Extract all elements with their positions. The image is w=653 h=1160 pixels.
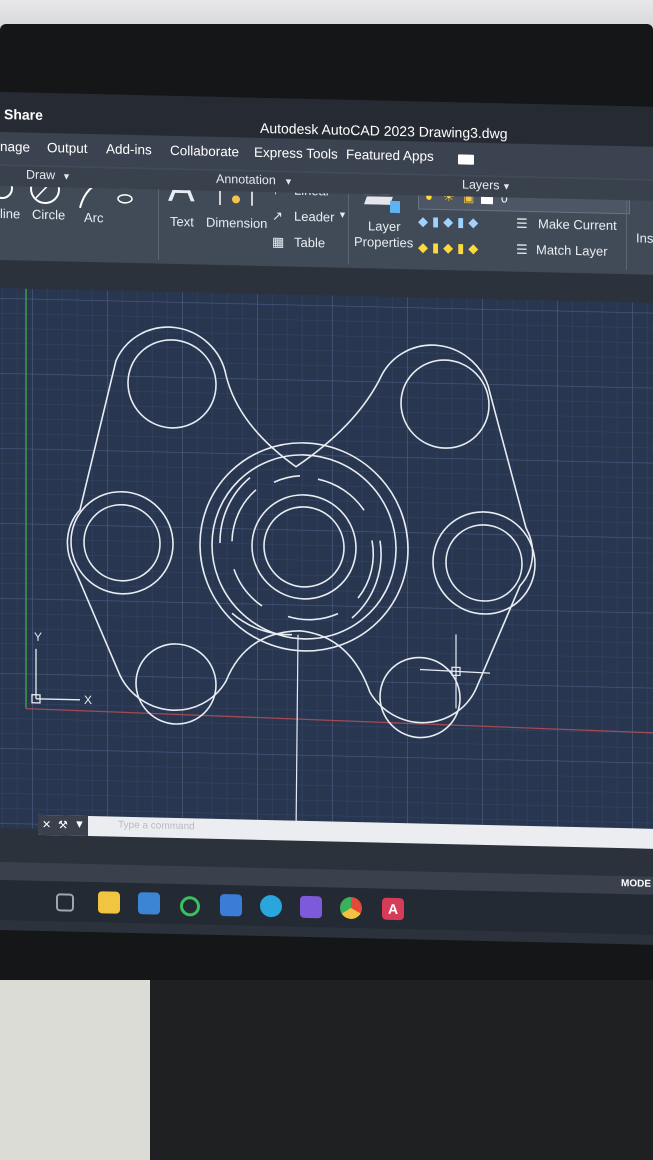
annotation-panel-dropdown-icon[interactable]: ▼ [284,176,293,186]
line-tool-label[interactable]: line [0,206,20,221]
ucs-y-label: Y [34,630,42,644]
leader-dropdown-icon[interactable]: ▼ [338,210,347,220]
table-label[interactable]: Table [294,235,325,251]
recent-commands-icon[interactable]: ▼ [74,819,85,831]
ucs-x-label: X [84,693,92,707]
tab-add-ins[interactable]: Add-ins [106,141,152,157]
paper-on-desk [0,980,150,1160]
tab-collaborate[interactable]: Collaborate [170,143,239,160]
arc-tool-label[interactable]: Arc [84,210,104,225]
tab-manage[interactable]: nage [0,139,30,155]
model-space-toggle[interactable]: MODE [621,878,651,890]
circle-tool-label[interactable]: Circle [32,207,65,223]
leader-icon[interactable]: ↗ [272,208,283,224]
layers-panel-dropdown-icon[interactable]: ▼ [502,181,511,191]
draw-panel-dropdown-icon[interactable]: ▼ [62,171,71,181]
table-icon[interactable]: ▦ [272,234,284,250]
grid [0,288,653,843]
layer-properties-label-2[interactable]: Properties [354,234,413,250]
command-line-buttons: ✕ ⚒ ▼ [38,814,88,836]
store-icon[interactable] [138,892,160,915]
layer-tools-row2-icons[interactable]: ◆▮◆▮◆ [418,239,482,256]
tab-featured-apps[interactable]: Featured Apps [346,147,434,164]
tab-express-tools[interactable]: Express Tools [254,145,338,162]
ribbon-options-icon[interactable] [458,154,474,165]
autocad-icon[interactable]: A [382,897,404,921]
annotation-panel-title[interactable]: Annotation [216,172,276,187]
draw-panel-title[interactable]: Draw [26,168,55,183]
layer-tools-row1-icons[interactable]: ◆▮◆▮◆ [418,213,482,230]
terminal-icon[interactable] [220,893,242,917]
task-view-icon[interactable] [56,893,74,912]
close-icon[interactable]: ✕ [42,818,51,831]
match-layer-icon[interactable]: ☰ [516,242,528,258]
wrench-icon[interactable]: ⚒ [58,818,68,831]
chrome-icon[interactable] [340,896,362,920]
cortana-icon[interactable] [180,896,200,917]
leader-label[interactable]: Leader [294,209,334,225]
text-tool-label[interactable]: Text [170,214,194,230]
layer-properties-label-1[interactable]: Layer [368,218,401,234]
file-explorer-icon[interactable] [98,891,120,914]
match-layer-label[interactable]: Match Layer [536,242,608,259]
drawing-svg[interactable]: Y X [0,288,653,843]
layers-panel-title[interactable]: Layers [462,177,500,192]
make-current-label[interactable]: Make Current [538,216,617,233]
share-button[interactable]: Share [4,106,43,123]
edge-icon[interactable] [260,894,282,918]
visual-studio-icon[interactable] [300,895,322,919]
model-space-canvas[interactable]: Y X [0,288,653,843]
insert-panel-label[interactable]: Ins [636,230,653,245]
autocad-window: Share Autodesk AutoCAD 2023 Drawing3.dwg… [0,92,653,945]
command-input-placeholder[interactable]: Type a command [118,820,195,833]
make-current-icon[interactable]: ☰ [516,216,528,232]
dimension-tool-label[interactable]: Dimension [206,215,267,231]
tab-output[interactable]: Output [47,140,88,156]
